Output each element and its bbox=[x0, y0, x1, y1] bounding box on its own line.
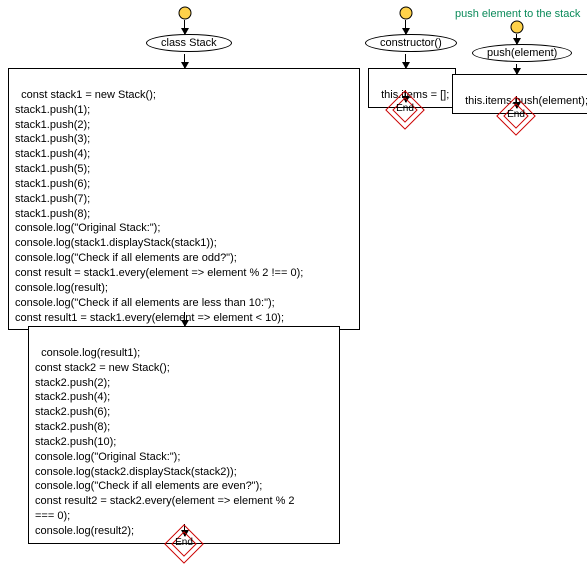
arrow bbox=[516, 34, 517, 44]
arrow bbox=[184, 312, 185, 326]
push-title: push(element) bbox=[472, 44, 572, 62]
arrow bbox=[516, 64, 517, 74]
end-label: End bbox=[502, 109, 530, 120]
end-node-class-stack: End bbox=[170, 530, 198, 558]
arrow bbox=[184, 54, 185, 68]
class-stack-block2: console.log(result1); const stack2 = new… bbox=[28, 326, 340, 544]
arrow bbox=[405, 54, 406, 68]
class-stack-block1-text: const stack1 = new Stack(); stack1.push(… bbox=[15, 89, 303, 324]
constructor-title-text: constructor() bbox=[380, 37, 442, 49]
class-stack-title: class Stack bbox=[146, 34, 232, 52]
entry-circle-push bbox=[510, 20, 524, 34]
push-comment: push element to the stack bbox=[455, 8, 580, 20]
end-label: End bbox=[170, 537, 198, 548]
end-node-constructor: End bbox=[391, 96, 419, 124]
class-stack-block2-text: console.log(result1); const stack2 = new… bbox=[35, 347, 295, 537]
arrow bbox=[405, 20, 406, 34]
entry-circle-constructor bbox=[399, 6, 413, 20]
class-stack-title-text: class Stack bbox=[161, 37, 217, 49]
end-label: End bbox=[391, 103, 419, 114]
push-title-text: push(element) bbox=[487, 47, 557, 59]
end-node-push: End bbox=[502, 102, 530, 130]
class-stack-block1: const stack1 = new Stack(); stack1.push(… bbox=[8, 68, 360, 330]
arrow bbox=[184, 20, 185, 34]
entry-circle-class-stack bbox=[178, 6, 192, 20]
constructor-title: constructor() bbox=[365, 34, 457, 52]
